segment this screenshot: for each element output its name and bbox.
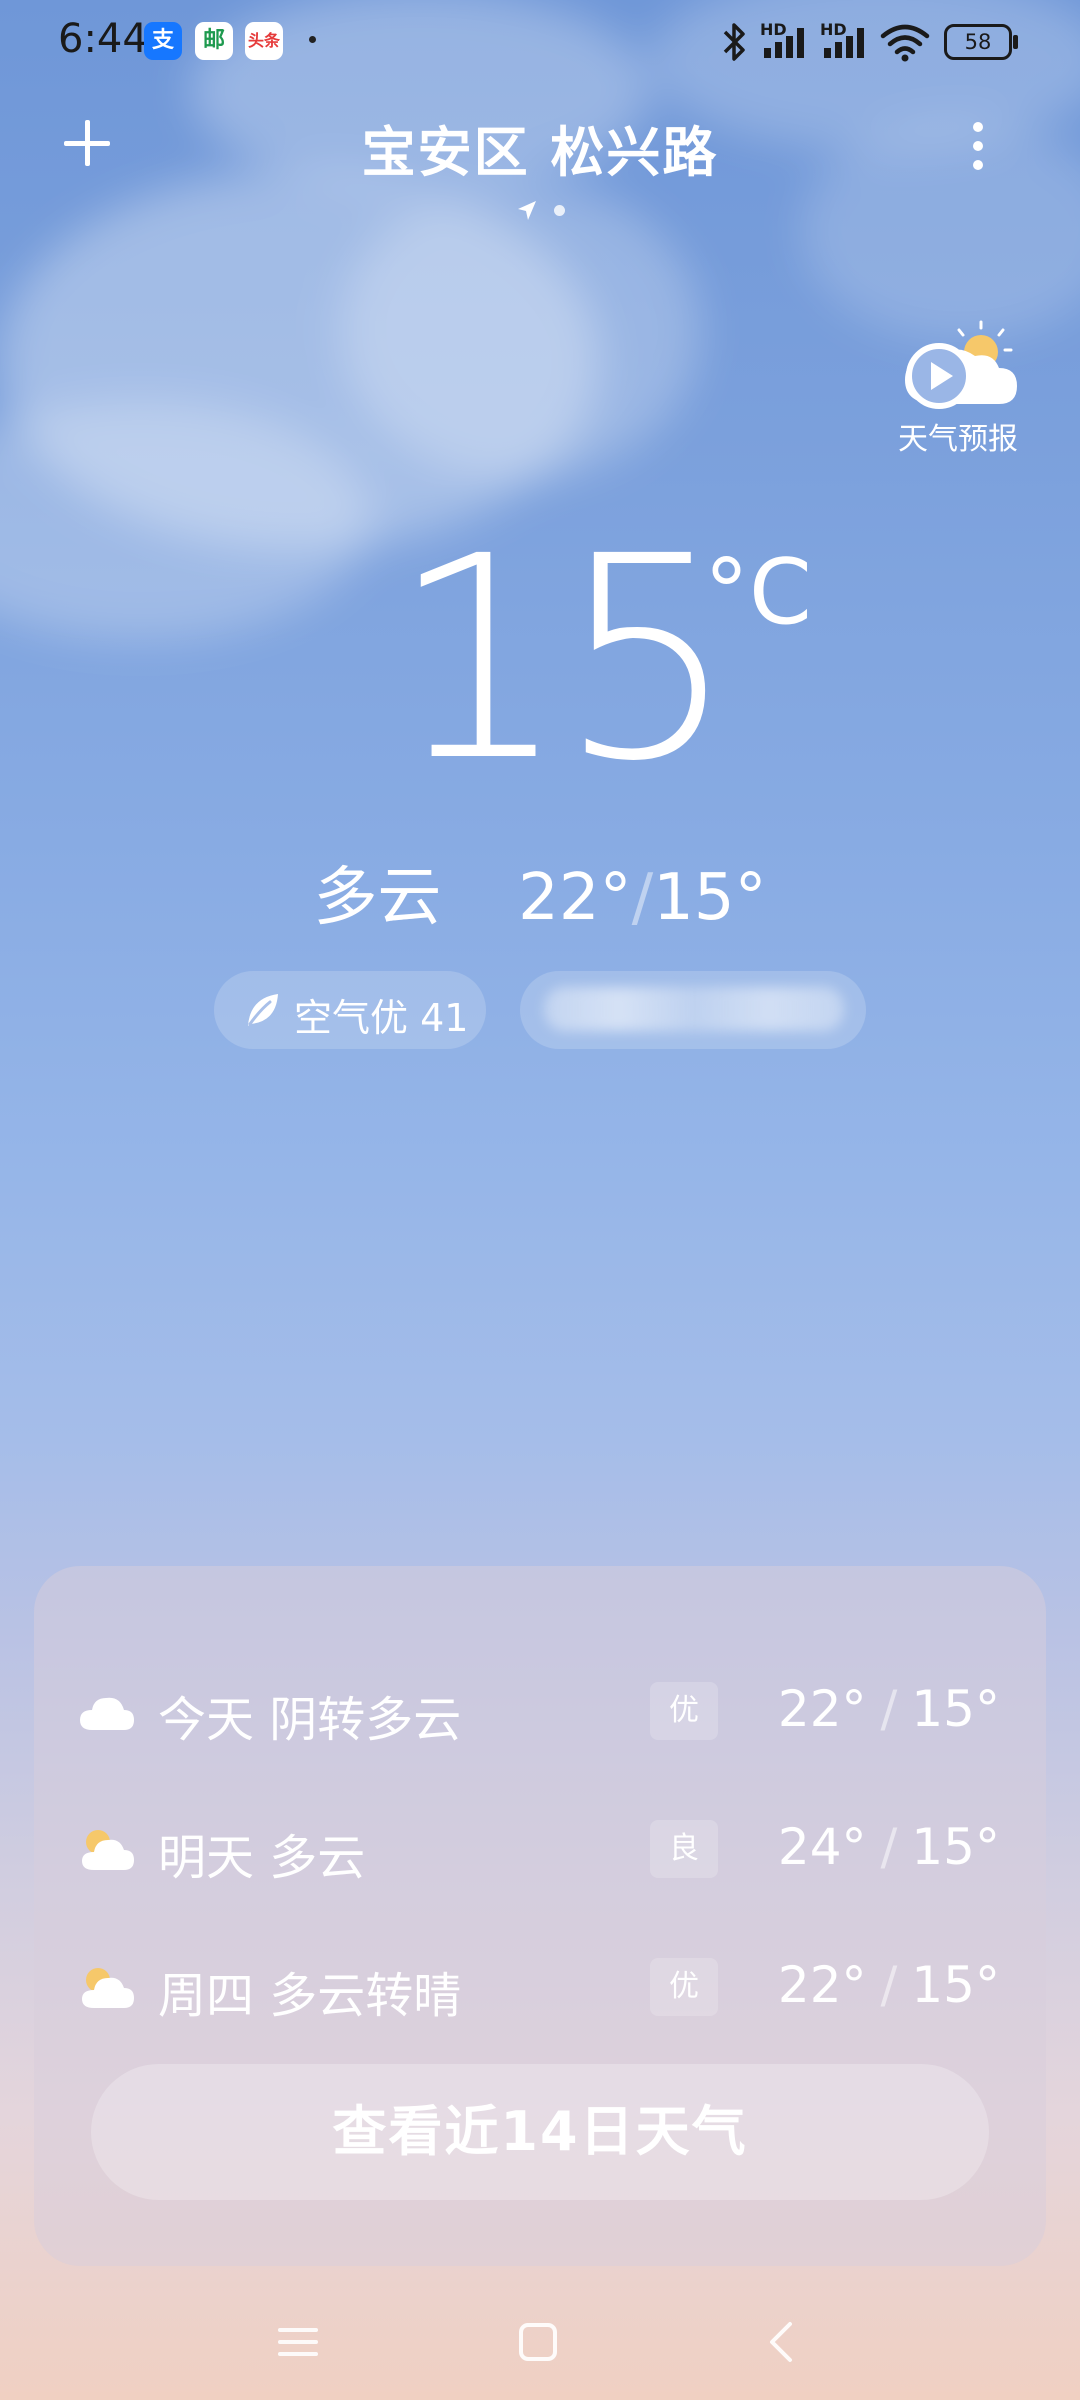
- battery-icon: 58: [944, 24, 1018, 60]
- weather-forecast-label: 天气预报: [898, 422, 1018, 457]
- signal-icon: [764, 28, 804, 58]
- location-title[interactable]: 宝安区 松兴路: [0, 108, 1080, 187]
- air-quality-label: 空气优 41: [294, 996, 469, 1040]
- page-indicator: [514, 198, 574, 224]
- partly-cloudy-icon: [82, 1830, 134, 1870]
- today-low: 15°: [653, 861, 767, 935]
- air-quality-badge: 优: [650, 1958, 718, 2016]
- status-time: 6:44: [58, 16, 148, 62]
- today-high: 22°: [518, 861, 632, 935]
- notification-dot: [309, 36, 316, 43]
- status-bar: 6:44 支 邮 头条 HD HD 58: [0, 0, 1080, 84]
- menu-nav-icon[interactable]: [268, 2312, 328, 2372]
- view-14-day-forecast-button[interactable]: 查看近14日天气: [91, 2064, 989, 2200]
- air-quality-badge: 优: [650, 1682, 718, 1740]
- battery-level: 58: [964, 30, 992, 54]
- toutiao-icon: 头条: [245, 22, 283, 60]
- forecast-temps: 22°/15°: [777, 1956, 1000, 2014]
- current-condition: 多云: [313, 861, 442, 935]
- play-cloud-sun-icon: [905, 320, 1017, 409]
- forecast-row-today[interactable]: 今天 阴转多云 优 22°/15°: [34, 1672, 1046, 1752]
- forecast-row-tomorrow[interactable]: 明天 多云 良 24°/15°: [34, 1810, 1046, 1890]
- forecast-row-thursday[interactable]: 周四 多云转晴 优 22°/15°: [34, 1948, 1046, 2028]
- alipay-icon: 支: [144, 22, 182, 60]
- weather-forecast-video-button[interactable]: 天气预报: [893, 316, 1023, 457]
- partly-cloudy-icon: [82, 1968, 134, 2008]
- forecast-day-label: 明天 多云: [158, 1830, 366, 1886]
- forecast-day-label: 今天 阴转多云: [158, 1692, 462, 1748]
- daily-forecast-card: 今天 阴转多云 优 22°/15° 明天 多云 良 24°/15° 周四 多云转…: [34, 1566, 1046, 2266]
- forecast-day-label: 周四 多云转晴: [158, 1968, 462, 2024]
- temperature-unit: °C: [704, 540, 812, 645]
- condition-line: 多云 22°/15°: [0, 846, 1080, 938]
- bluetooth-icon: [723, 23, 745, 61]
- more-options-button[interactable]: [966, 118, 990, 174]
- post-office-icon: 邮: [195, 22, 233, 60]
- temp-separator: /: [631, 861, 654, 935]
- wifi-icon: [880, 24, 930, 62]
- current-temperature: 15: [390, 497, 736, 823]
- back-nav-icon[interactable]: [752, 2312, 812, 2372]
- air-quality-pill[interactable]: 空气优 41: [214, 971, 486, 1049]
- home-nav-icon[interactable]: [508, 2312, 568, 2372]
- forecast-temps: 22°/15°: [777, 1680, 1000, 1738]
- signal-icon-2: [824, 28, 864, 58]
- navigation-bar: [0, 2300, 1080, 2380]
- air-quality-badge: 良: [650, 1820, 718, 1878]
- location-arrow-icon: [518, 201, 536, 220]
- forecast-temps: 24°/15°: [777, 1818, 1000, 1876]
- blurred-info-pill[interactable]: [520, 971, 866, 1049]
- blurred-content: [544, 987, 844, 1031]
- cloud-icon: [80, 1697, 134, 1730]
- leaf-icon: [248, 994, 278, 1026]
